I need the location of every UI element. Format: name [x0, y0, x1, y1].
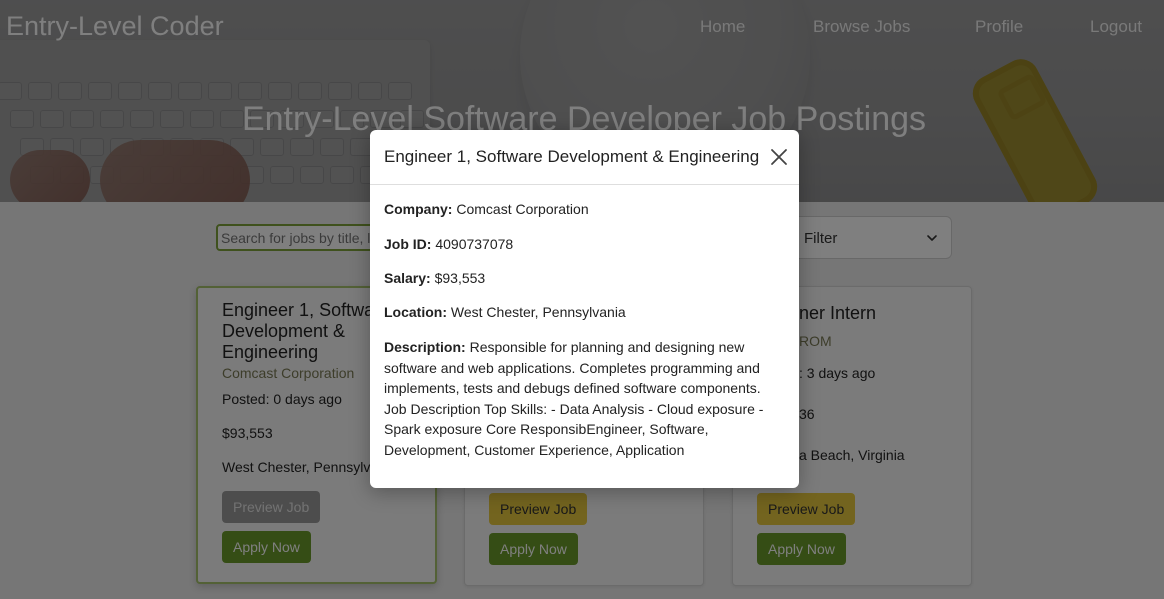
modal-title: Engineer 1, Software Development & Engin…	[384, 147, 760, 166]
close-icon[interactable]	[769, 147, 789, 167]
location-label: Location:	[384, 304, 447, 320]
modal-job-id: Job ID: 4090737078	[384, 234, 513, 255]
job-preview-modal: Engineer 1, Software Development & Engin…	[370, 130, 799, 488]
modal-description: Description: Responsible for planning an…	[384, 337, 784, 460]
modal-company: Company: Comcast Corporation	[384, 199, 589, 220]
salary-label: Salary:	[384, 270, 431, 286]
description-label: Description:	[384, 339, 466, 355]
salary-value: $93,553	[434, 270, 486, 286]
description-value: Responsible for planning and designing n…	[384, 339, 764, 458]
company-label: Company:	[384, 201, 453, 217]
modal-salary: Salary: $93,553	[384, 268, 485, 289]
company-value: Comcast Corporation	[456, 201, 589, 217]
job-id-label: Job ID:	[384, 236, 432, 252]
modal-location: Location: West Chester, Pennsylvania	[384, 302, 626, 323]
job-id-value: 4090737078	[435, 236, 514, 252]
modal-header: Engineer 1, Software Development & Engin…	[370, 130, 799, 185]
location-value: West Chester, Pennsylvania	[450, 304, 626, 320]
